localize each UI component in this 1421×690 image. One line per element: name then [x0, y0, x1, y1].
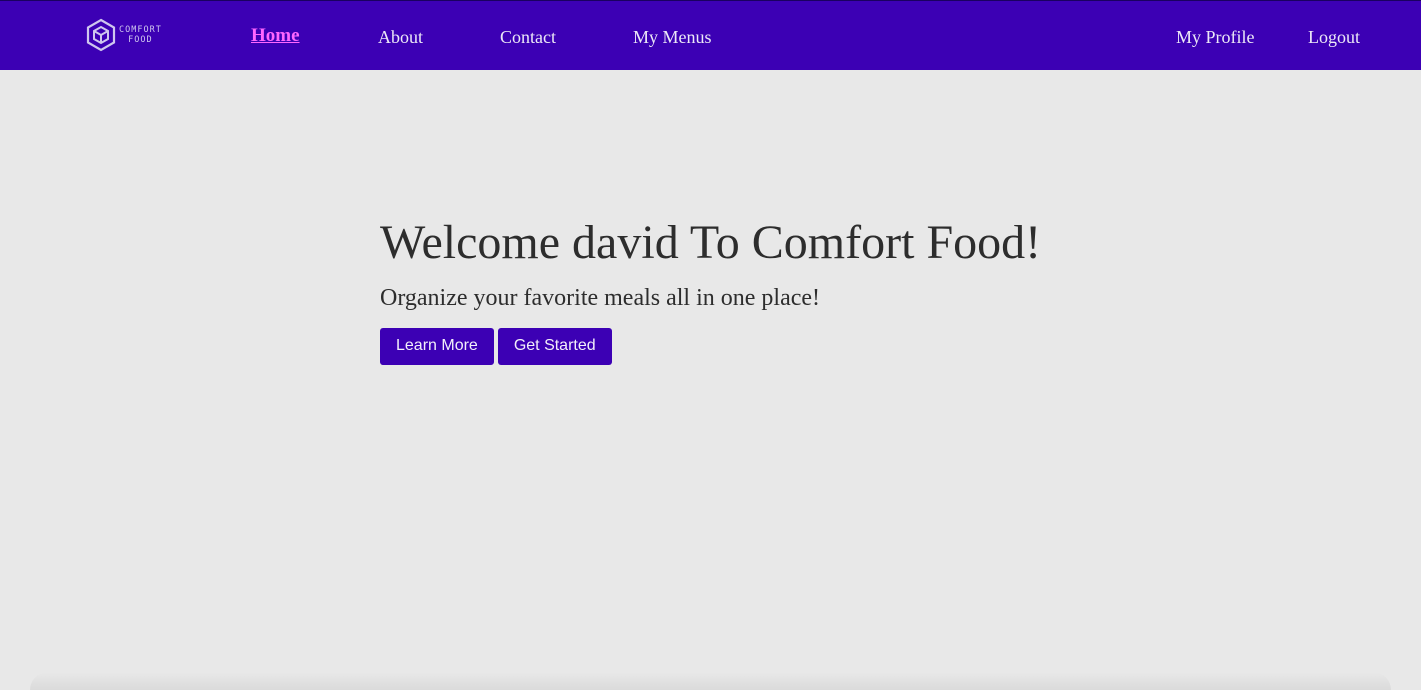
nav-my-menus-link[interactable]: My Menus	[633, 26, 712, 48]
hexagon-cube-icon	[86, 18, 116, 52]
hero-button-group: Learn More Get Started	[380, 328, 1041, 365]
nav-home-link[interactable]: Home	[251, 25, 300, 47]
hero-subtitle: Organize your favorite meals all in one …	[380, 285, 821, 311]
nav-my-profile-link[interactable]: My Profile	[1176, 26, 1255, 48]
brand-line-2: FOOD	[128, 35, 153, 45]
footer-shadow-divider	[30, 672, 1391, 690]
nav-about-link[interactable]: About	[378, 26, 423, 48]
top-navbar: COMFORT FOOD Home About Contact My Menus…	[0, 0, 1421, 70]
brand-logo[interactable]: COMFORT FOOD	[86, 17, 176, 53]
nav-logout-link[interactable]: Logout	[1308, 26, 1360, 48]
nav-contact-link[interactable]: Contact	[500, 26, 556, 48]
learn-more-button[interactable]: Learn More	[380, 328, 494, 365]
hero-title: Welcome david To Comfort Food!	[380, 216, 1042, 269]
hero-section: Welcome david To Comfort Food! Organize …	[380, 214, 1041, 365]
brand-wordmark: COMFORT FOOD	[119, 25, 162, 45]
get-started-button[interactable]: Get Started	[497, 328, 612, 365]
brand-line-1: COMFORT	[119, 25, 162, 35]
